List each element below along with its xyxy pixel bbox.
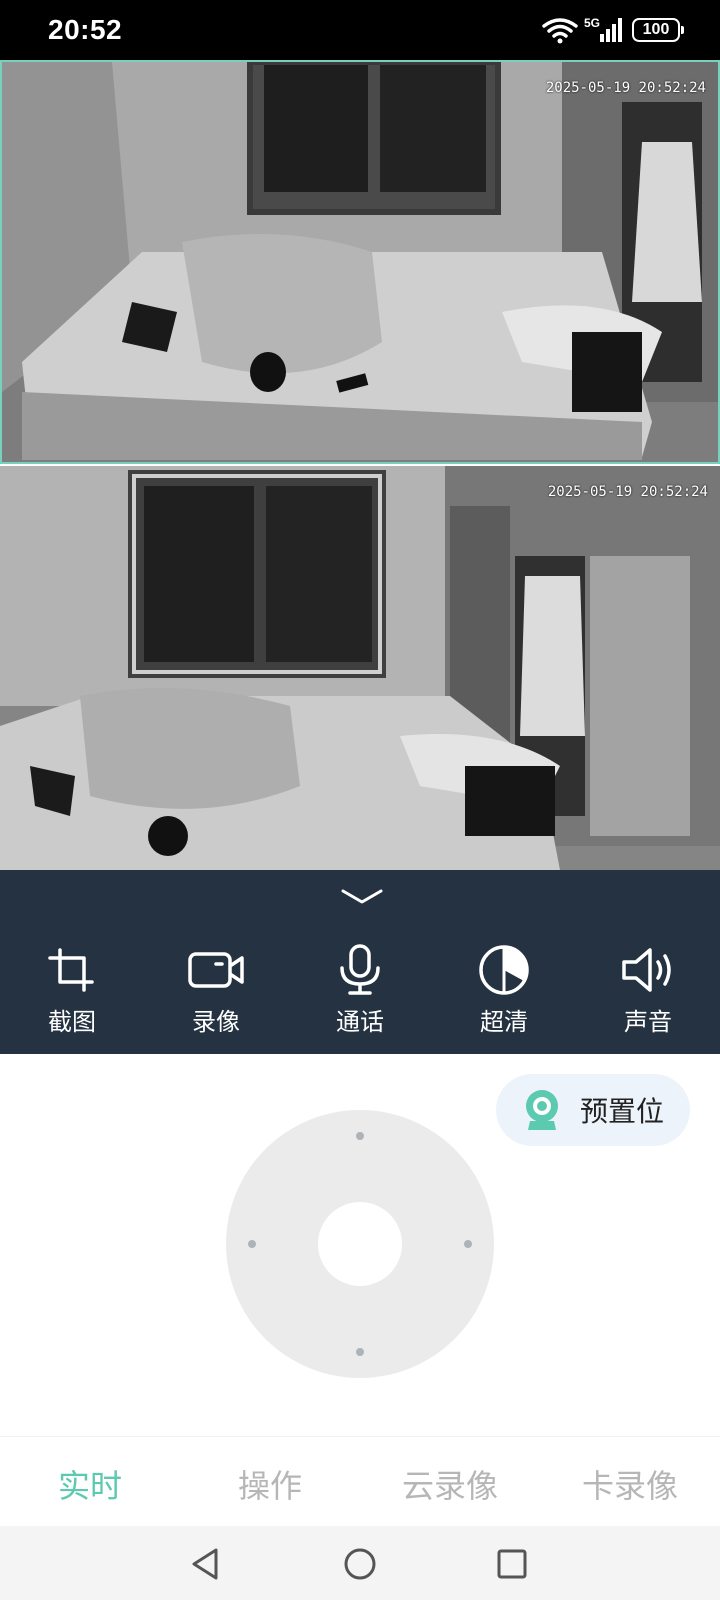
- screenshot-button[interactable]: 截图: [22, 944, 122, 1044]
- tab-operation[interactable]: 操作: [180, 1461, 360, 1507]
- battery-level: 100: [642, 21, 670, 38]
- control-label: 通话: [336, 1008, 384, 1036]
- status-time: 20:52: [48, 14, 123, 45]
- chevron-down-icon[interactable]: [340, 886, 384, 908]
- feed-timestamp-2: 2025-05-19 20:52:24: [547, 484, 708, 500]
- recents-icon[interactable]: [492, 1544, 532, 1584]
- talk-button[interactable]: 通话: [310, 944, 410, 1044]
- joystick-up-dot[interactable]: [356, 1132, 364, 1140]
- preset-label: 预置位: [580, 1095, 665, 1128]
- control-label: 录像: [192, 1008, 240, 1036]
- tab-bar: 实时 操作 云录像 卡录像: [0, 1436, 720, 1526]
- tab-live[interactable]: 实时: [0, 1461, 180, 1507]
- control-label: 截图: [48, 1008, 96, 1036]
- ptz-joystick[interactable]: [226, 1110, 494, 1378]
- wifi-icon: [542, 18, 578, 44]
- contrast-icon: [479, 945, 529, 995]
- preset-button[interactable]: 预置位: [496, 1074, 690, 1146]
- control-label: 超清: [480, 1008, 528, 1036]
- battery-icon: 100: [632, 18, 684, 42]
- camera-icon: [526, 1090, 558, 1130]
- joystick-down-dot[interactable]: [356, 1348, 364, 1356]
- signal-5g-icon: 5G: [584, 16, 622, 42]
- camera-image-2: [0, 466, 720, 870]
- tab-cloud-recording[interactable]: 云录像: [360, 1461, 540, 1507]
- joystick-right-dot[interactable]: [464, 1240, 472, 1248]
- quality-button[interactable]: 超清: [454, 944, 554, 1044]
- feed-timestamp-1: 2025-05-19 20:52:24: [545, 80, 706, 96]
- speaker-icon: [622, 948, 671, 992]
- camera-feed-2[interactable]: 2025-05-19 20:52:24: [0, 466, 720, 870]
- record-button[interactable]: 录像: [166, 944, 266, 1044]
- camera-feed-1[interactable]: 2025-05-19 20:52:24: [0, 60, 720, 464]
- microphone-icon: [340, 944, 380, 995]
- network-label: 5G: [584, 16, 600, 30]
- status-icons: 5G 100: [542, 16, 684, 44]
- video-camera-icon: [188, 952, 244, 988]
- joystick-left-dot[interactable]: [248, 1240, 256, 1248]
- crop-icon: [48, 948, 94, 992]
- camera-image-1: [2, 62, 718, 462]
- back-icon[interactable]: [186, 1544, 226, 1584]
- joystick-center[interactable]: [318, 1202, 402, 1286]
- sound-button[interactable]: 声音: [598, 944, 698, 1044]
- status-bar: 20:52 5G 100: [0, 0, 720, 60]
- system-nav-bar: [0, 1526, 720, 1600]
- tab-card-recording[interactable]: 卡录像: [540, 1461, 720, 1507]
- control-label: 声音: [624, 1008, 672, 1036]
- home-icon[interactable]: [340, 1544, 380, 1584]
